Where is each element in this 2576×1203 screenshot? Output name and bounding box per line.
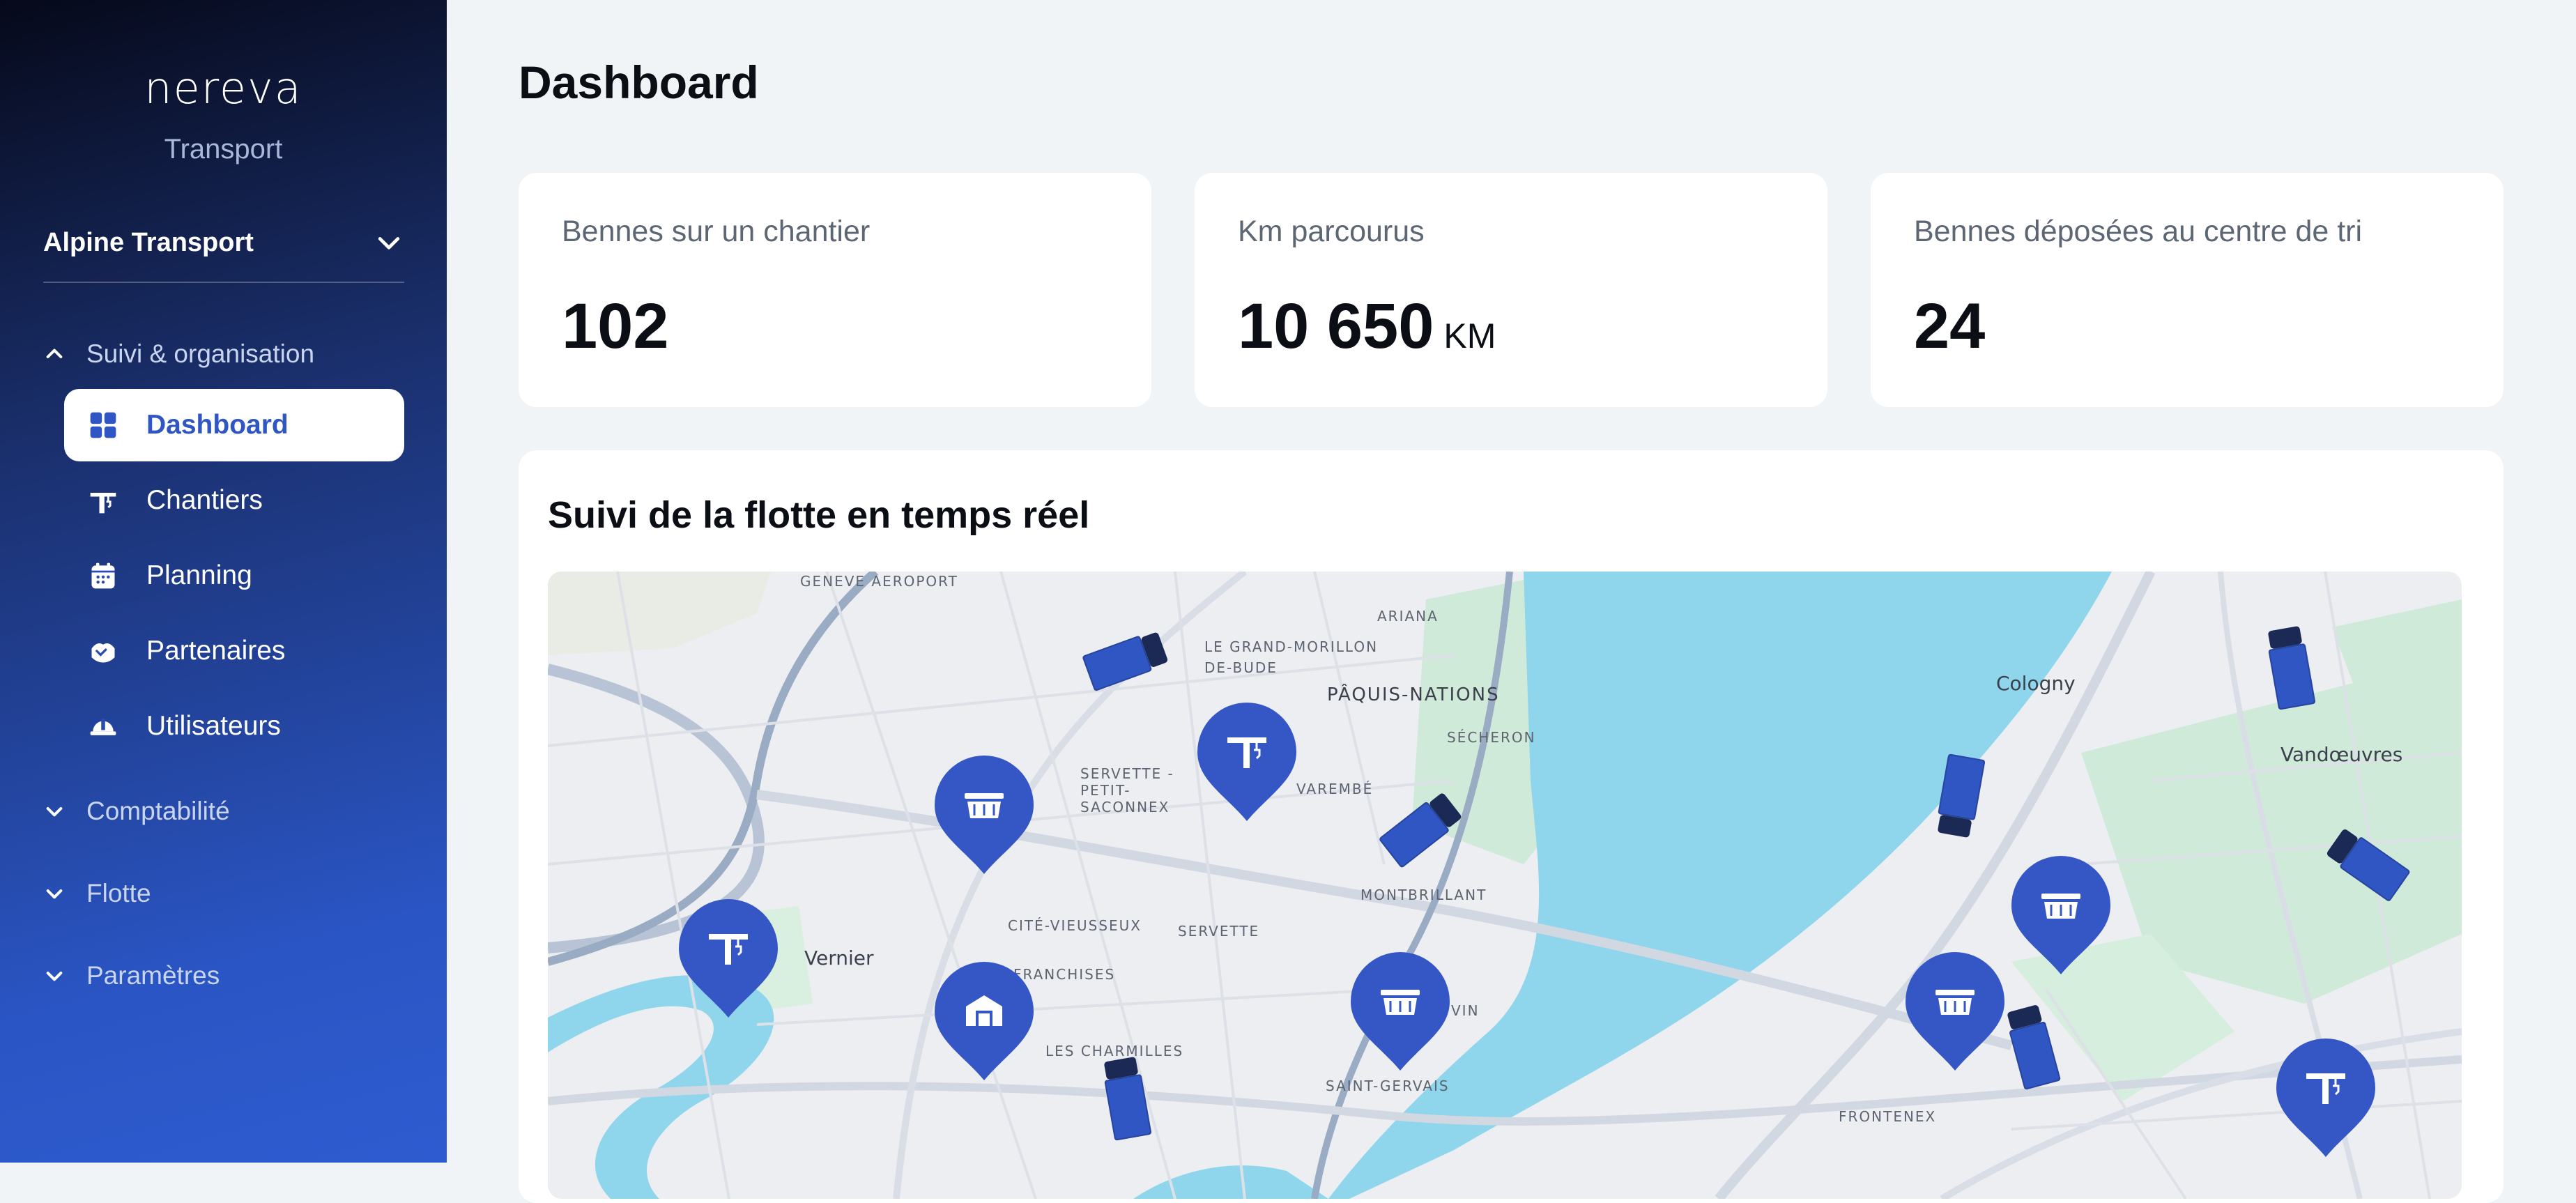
map-label: DE-BUDE	[1204, 659, 1278, 676]
organization-name: Alpine Transport	[43, 227, 254, 257]
hardhat-icon	[86, 710, 120, 743]
map-label: MONTBRILLANT	[1360, 887, 1487, 903]
sidebar-item-chantiers[interactable]: Chantiers	[64, 464, 404, 537]
map-label: ARIANA	[1377, 608, 1439, 625]
site-marker-dumpster[interactable]	[935, 756, 1034, 874]
section-suivi-organisation[interactable]: Suivi & organisation	[43, 333, 314, 375]
sidebar-item-label: Dashboard	[146, 410, 289, 440]
site-marker-dumpster[interactable]	[1351, 952, 1450, 1071]
sidebar-item-partenaires[interactable]: Partenaires	[64, 615, 404, 687]
stat-card-bennes-centre-tri: Bennes déposées au centre de tri 24	[1871, 173, 2504, 407]
map-label: VAREMBÉ	[1296, 781, 1374, 797]
sidebar-item-utilisateurs[interactable]: Utilisateurs	[64, 690, 404, 763]
stat-label: Km parcourus	[1238, 215, 1425, 248]
sidebar-item-label: Utilisateurs	[146, 711, 281, 741]
chevron-down-icon	[46, 889, 63, 899]
site-marker-dumpster[interactable]	[2011, 856, 2110, 974]
section-label: Flotte	[86, 879, 151, 907]
logo-subtitle: Transport	[164, 134, 283, 164]
stat-value: 102	[562, 291, 669, 362]
sidebar: nereva Transport Alpine Transport Suivi …	[0, 0, 447, 1163]
site-marker-crane[interactable]	[1197, 703, 1296, 821]
map-label: SERVETTE	[1178, 923, 1260, 940]
logo: nereva	[144, 63, 302, 114]
site-marker-crane[interactable]	[2276, 1039, 2375, 1157]
map-label: Vandœuvres	[2280, 743, 2403, 766]
divider	[43, 282, 404, 283]
section-flotte[interactable]: Flotte	[43, 873, 151, 914]
stat-label: Bennes déposées au centre de tri	[1914, 215, 2363, 248]
section-label: Comptabilité	[86, 797, 230, 825]
chevron-down-icon	[46, 972, 63, 981]
site-marker-crane[interactable]	[679, 899, 778, 1018]
site-marker-dumpster[interactable]	[1906, 952, 2004, 1071]
dumpster-icon	[1381, 990, 1420, 1015]
section-parametres[interactable]: Paramètres	[43, 955, 220, 997]
map-label: FRONTENEX	[1839, 1108, 1937, 1125]
map-label: VIN	[1451, 1002, 1480, 1019]
chevron-down-icon	[378, 237, 400, 250]
map-label: Cologny	[1996, 672, 2076, 695]
organization-selector[interactable]: Alpine Transport	[43, 222, 404, 263]
map-label: LE GRAND-MORILLON	[1204, 638, 1379, 655]
map-label: SÉCHERON	[1447, 729, 1536, 746]
dumpster-icon	[2041, 894, 2080, 919]
sidebar-item-label: Partenaires	[146, 636, 286, 666]
fleet-tracking-title: Suivi de la flotte en temps réel	[548, 494, 1090, 536]
sidebar-item-label: Planning	[146, 560, 252, 590]
map-label: Vernier	[804, 947, 874, 970]
section-label: Paramètres	[86, 961, 220, 990]
sidebar-item-dashboard[interactable]: Dashboard	[64, 389, 404, 461]
calendar-icon	[86, 559, 120, 592]
map-label: PÂQUIS-NATIONS	[1327, 684, 1500, 705]
chevron-down-icon	[46, 807, 63, 817]
sidebar-item-planning[interactable]: Planning	[64, 539, 404, 612]
stat-value: 24	[1914, 291, 1986, 362]
crane-icon	[86, 484, 120, 517]
stat-unit: KM	[1443, 316, 1496, 355]
stat-card-bennes-chantier: Bennes sur un chantier 102	[519, 173, 1151, 407]
handshake-icon	[86, 634, 120, 668]
section-label: Suivi & organisation	[86, 339, 315, 368]
fleet-tracking-card: Suivi de la flotte en temps réel GENEVE …	[519, 450, 2504, 1203]
dumpster-icon	[1935, 990, 1975, 1015]
site-marker-warehouse[interactable]	[935, 962, 1034, 1080]
grid-icon	[86, 408, 120, 442]
map-label: SAINT-GERVAIS	[1326, 1078, 1450, 1094]
stat-label: Bennes sur un chantier	[562, 215, 871, 248]
map-label: CITÉ-VIEUSSEUX	[1008, 917, 1142, 934]
fleet-map[interactable]: GENEVE AEROPORT LE GRAND-MORILLON DE-BUD…	[548, 572, 2462, 1199]
sidebar-item-label: Chantiers	[146, 485, 263, 515]
map-label: GENEVE AEROPORT	[800, 573, 958, 590]
map-base	[548, 572, 2462, 1199]
chevron-up-icon	[46, 348, 63, 358]
page-title: Dashboard	[519, 56, 759, 108]
stat-value: 10 650 KM	[1238, 291, 1496, 362]
dumpster-icon	[965, 793, 1004, 818]
section-comptabilite[interactable]: Comptabilité	[43, 790, 230, 832]
stat-card-km-parcourus: Km parcourus 10 650 KM	[1195, 173, 1827, 407]
